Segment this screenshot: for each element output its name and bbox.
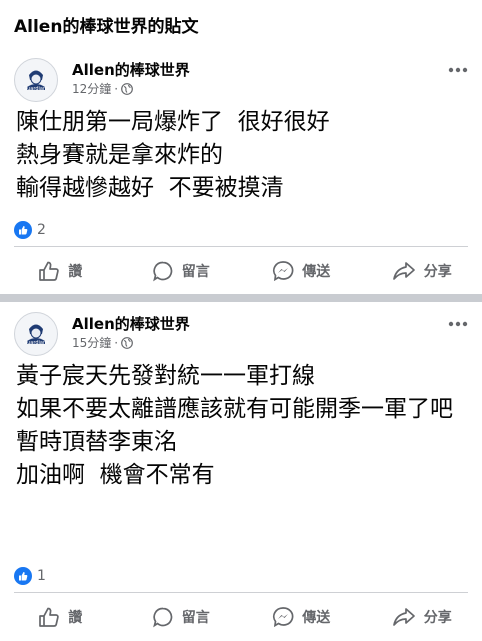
post-author[interactable]: Allen的棒球世界 [72, 60, 190, 80]
reaction-summary[interactable]: 1 [0, 560, 482, 592]
post-separator [0, 294, 482, 302]
team-logo-icon: Guardians [19, 63, 53, 97]
send-button[interactable]: 傳送 [241, 260, 362, 282]
post-timestamp: 15分鐘 · [72, 334, 190, 352]
share-button[interactable]: 分享 [362, 260, 482, 282]
post-timestamp: 12分鐘 · [72, 80, 190, 98]
more-icon [448, 321, 468, 327]
like-reaction-icon [14, 221, 32, 239]
send-label: 傳送 [302, 261, 330, 281]
messenger-icon [272, 260, 294, 282]
reaction-summary[interactable]: 2 [0, 214, 482, 246]
page-header: Allen的棒球世界的貼文 [0, 0, 482, 48]
thumbs-up-icon [38, 606, 60, 628]
comment-button[interactable]: 留言 [121, 260, 242, 282]
post: Guardians Allen的棒球世界 12分鐘 · 陳仕朋第一局爆炸了 很好… [0, 48, 482, 294]
share-label: 分享 [424, 261, 452, 281]
post-content: 陳仕朋第一局爆炸了 很好很好 熱身賽就是拿來炸的 輸得越慘越好 不要被摸清 [0, 106, 482, 214]
avatar[interactable]: Guardians [14, 312, 58, 356]
reaction-count: 2 [37, 222, 46, 238]
share-arrow-icon [392, 606, 416, 628]
send-button[interactable]: 傳送 [241, 606, 362, 628]
separator-dot: · [114, 334, 118, 352]
share-arrow-icon [392, 260, 416, 282]
post: Guardians Allen的棒球世界 15分鐘 · 黃子宸天先發對統一一軍打… [0, 302, 482, 640]
team-logo-icon: Guardians [19, 317, 53, 351]
more-icon [448, 67, 468, 73]
time-text[interactable]: 15分鐘 [72, 334, 111, 352]
avatar[interactable]: Guardians [14, 58, 58, 102]
action-bar: 讚 留言 傳送 分享 [0, 247, 482, 295]
like-label: 讚 [68, 607, 82, 627]
post-content: 黃子宸天先發對統一一軍打線 如果不要太離譜應該就有可能開季一軍了吧 暫時頂替李東… [0, 360, 482, 560]
share-label: 分享 [424, 607, 452, 627]
svg-text:Guardians: Guardians [23, 86, 49, 92]
comment-button[interactable]: 留言 [121, 606, 242, 628]
thumbs-up-icon [38, 260, 60, 282]
globe-icon [121, 337, 133, 349]
more-options-button[interactable] [448, 308, 468, 332]
comment-label: 留言 [182, 261, 210, 281]
comment-icon [152, 260, 174, 282]
comment-icon [152, 606, 174, 628]
time-text[interactable]: 12分鐘 [72, 80, 111, 98]
post-header: Guardians Allen的棒球世界 12分鐘 · [0, 48, 482, 106]
comment-label: 留言 [182, 607, 210, 627]
like-button[interactable]: 讚 [0, 606, 121, 628]
globe-icon [121, 83, 133, 95]
post-author[interactable]: Allen的棒球世界 [72, 314, 190, 334]
more-options-button[interactable] [448, 54, 468, 78]
messenger-icon [272, 606, 294, 628]
action-bar: 讚 留言 傳送 分享 [0, 593, 482, 641]
reaction-count: 1 [37, 568, 46, 584]
like-label: 讚 [68, 261, 82, 281]
share-button[interactable]: 分享 [362, 606, 482, 628]
post-header: Guardians Allen的棒球世界 15分鐘 · [0, 302, 482, 360]
page-title: Allen的棒球世界的貼文 [14, 12, 198, 37]
separator-dot: · [114, 80, 118, 98]
svg-text:Guardians: Guardians [23, 340, 49, 346]
like-reaction-icon [14, 567, 32, 585]
like-button[interactable]: 讚 [0, 260, 121, 282]
send-label: 傳送 [302, 607, 330, 627]
